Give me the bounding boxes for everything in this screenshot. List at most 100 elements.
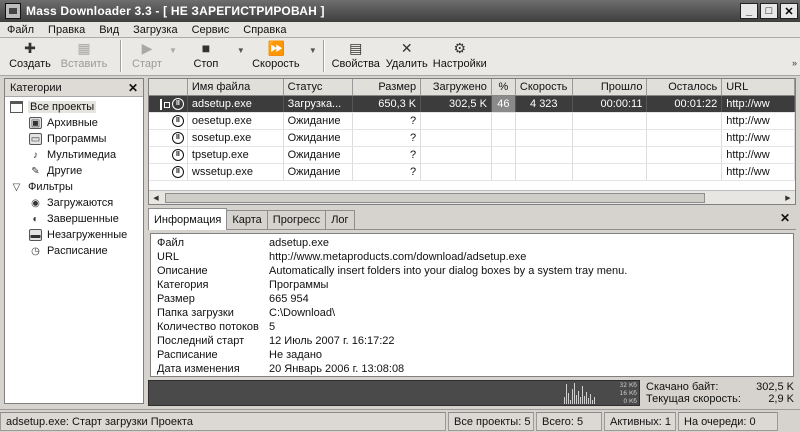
table-row[interactable]: II oesetup.exe Ожидание ? http://ww bbox=[149, 113, 795, 130]
menu-edit[interactable]: Правка bbox=[41, 24, 92, 36]
speed-graph-bar bbox=[594, 397, 595, 404]
close-icon[interactable]: ✕ bbox=[780, 211, 790, 225]
settings-button[interactable]: ⚙ Настройки bbox=[432, 38, 488, 74]
speed-graph-bar bbox=[588, 398, 589, 404]
paste-button[interactable]: ▦ Вставить bbox=[54, 38, 114, 74]
speed-dropdown-icon[interactable]: ▼ bbox=[309, 46, 317, 55]
scroll-left-icon[interactable]: ◀ bbox=[149, 191, 163, 204]
cell-status: Ожидание bbox=[284, 164, 354, 180]
paste-icon: ▦ bbox=[77, 40, 91, 56]
info-label: URL bbox=[157, 251, 180, 263]
cell-percent bbox=[492, 164, 516, 180]
create-button[interactable]: ✚ Создать bbox=[6, 38, 54, 74]
status-icon: II bbox=[171, 166, 184, 178]
start-button[interactable]: ▶ Старт bbox=[127, 38, 167, 74]
delete-label: Удалить bbox=[385, 58, 428, 70]
start-dropdown-icon[interactable]: ▼ bbox=[169, 46, 177, 55]
column-header-remaining[interactable]: Осталось bbox=[647, 79, 723, 95]
cell-speed bbox=[516, 164, 573, 180]
minimize-button[interactable]: _ bbox=[740, 3, 758, 19]
menu-file[interactable]: Файл bbox=[0, 24, 41, 36]
scroll-thumb[interactable] bbox=[165, 192, 705, 203]
filter-schedule[interactable]: ◷ Расписание bbox=[5, 243, 143, 259]
column-header-url[interactable]: URL bbox=[722, 79, 795, 95]
status-icon: II bbox=[171, 132, 184, 144]
tab-progress[interactable]: Прогресс bbox=[266, 210, 327, 229]
column-header-loaded[interactable]: Загружено bbox=[421, 79, 492, 95]
delete-button[interactable]: ✕ Удалить bbox=[382, 38, 432, 74]
category-label: Завершенные bbox=[47, 213, 119, 225]
tab-log[interactable]: Лог bbox=[325, 210, 355, 229]
scroll-track[interactable] bbox=[163, 192, 781, 204]
toolbar-more-icon[interactable]: » bbox=[792, 58, 797, 68]
status-bar: adsetup.exe: Старт загрузки Проекта Все … bbox=[0, 409, 800, 432]
table-row[interactable]: II adsetup.exe Загрузка... 650,3 K 302,5… bbox=[149, 96, 795, 113]
horizontal-scrollbar[interactable]: ◀ ▶ bbox=[149, 190, 795, 204]
title-bar: Mass Downloader 3.3 - [ НЕ ЗАРЕГИСТРИРОВ… bbox=[0, 0, 800, 22]
row-icons: II bbox=[149, 113, 188, 129]
row-icons: II bbox=[149, 164, 188, 180]
properties-label: Свойства bbox=[331, 58, 380, 70]
speed-graph-bar bbox=[574, 383, 575, 404]
category-other[interactable]: ✎ Другие bbox=[5, 163, 143, 179]
table-row[interactable]: II sosetup.exe Ожидание ? http://ww bbox=[149, 130, 795, 147]
menu-view[interactable]: Вид bbox=[92, 24, 126, 36]
category-label: Все проекты bbox=[28, 101, 97, 113]
close-icon[interactable]: ✕ bbox=[128, 81, 138, 95]
table-row[interactable]: II wssetup.exe Ожидание ? http://ww bbox=[149, 164, 795, 181]
filter-completed[interactable]: ◐ Завершенные bbox=[5, 211, 143, 227]
filters-node[interactable]: ▽ Фильтры bbox=[5, 179, 143, 195]
category-programs[interactable]: ▭ Программы bbox=[5, 131, 143, 147]
cell-speed bbox=[516, 130, 573, 146]
toolbar-separator bbox=[322, 40, 324, 72]
table-row[interactable]: II tpsetup.exe Ожидание ? http://ww bbox=[149, 147, 795, 164]
speed-button[interactable]: ⏩ Скорость bbox=[245, 38, 307, 74]
filter-not-downloaded[interactable]: ▬ Незагруженные bbox=[5, 227, 143, 243]
cell-url: http://ww bbox=[722, 147, 795, 163]
stop-button[interactable]: ■ Стоп bbox=[177, 38, 235, 74]
create-label: Создать bbox=[9, 58, 51, 70]
tab-map[interactable]: Карта bbox=[226, 210, 268, 229]
info-value: http://www.metaproducts.com/download/ads… bbox=[269, 251, 527, 263]
speed-graph-bar bbox=[578, 391, 579, 404]
cell-speed bbox=[516, 147, 573, 163]
column-header-elapsed[interactable]: Прошло bbox=[573, 79, 648, 95]
column-header-size[interactable]: Размер bbox=[353, 79, 422, 95]
info-value: 12 Июль 2007 г. 16:17:22 bbox=[269, 335, 395, 347]
category-multimedia[interactable]: ♪ Мультимедиа bbox=[5, 147, 143, 163]
multimedia-icon: ♪ bbox=[33, 149, 38, 161]
close-window-button[interactable]: ✕ bbox=[780, 3, 798, 19]
status-message: adsetup.exe: Старт загрузки Проекта bbox=[0, 411, 446, 431]
column-header-filename[interactable]: Имя файла bbox=[188, 79, 284, 95]
delete-icon: ✕ bbox=[400, 40, 413, 56]
maximize-button[interactable]: □ bbox=[760, 3, 778, 19]
graph-label-mid: 16 Кб bbox=[619, 390, 637, 397]
category-archives[interactable]: ▣ Архивные bbox=[5, 115, 143, 131]
properties-button[interactable]: ▤ Свойства bbox=[330, 38, 382, 74]
speed-label: Скорость bbox=[252, 58, 300, 70]
speed-graph-bar bbox=[568, 393, 569, 404]
column-header-speed[interactable]: Скорость bbox=[516, 79, 573, 95]
row-icons: II bbox=[149, 96, 188, 112]
category-all-projects[interactable]: Все проекты bbox=[5, 99, 143, 115]
info-label: Дата изменения bbox=[157, 363, 240, 375]
info-label: Папка загрузки bbox=[157, 307, 234, 319]
stop-label: Стоп bbox=[193, 58, 219, 70]
speed-icon: ⏩ bbox=[267, 40, 286, 56]
menu-service[interactable]: Сервис bbox=[185, 24, 237, 36]
tab-info[interactable]: Информация bbox=[148, 208, 228, 230]
menu-help[interactable]: Справка bbox=[236, 24, 293, 36]
program-icon: ▭ bbox=[29, 133, 42, 145]
scroll-right-icon[interactable]: ▶ bbox=[781, 191, 795, 204]
cell-status: Ожидание bbox=[284, 113, 354, 129]
filter-downloading[interactable]: ◉ Загружаются bbox=[5, 195, 143, 211]
info-panel: Информация Карта Прогресс Лог ✕ Файл ads… bbox=[148, 208, 796, 378]
cell-elapsed bbox=[573, 147, 648, 163]
column-header-icons[interactable] bbox=[149, 79, 188, 95]
stop-dropdown-icon[interactable]: ▼ bbox=[237, 46, 245, 55]
column-header-status[interactable]: Статус bbox=[284, 79, 354, 95]
cell-elapsed: 00:00:11 bbox=[573, 96, 648, 112]
status-all-projects: Все проекты: 5 bbox=[448, 411, 534, 431]
menu-download[interactable]: Загрузка bbox=[126, 24, 184, 36]
column-header-percent[interactable]: % bbox=[492, 79, 516, 95]
